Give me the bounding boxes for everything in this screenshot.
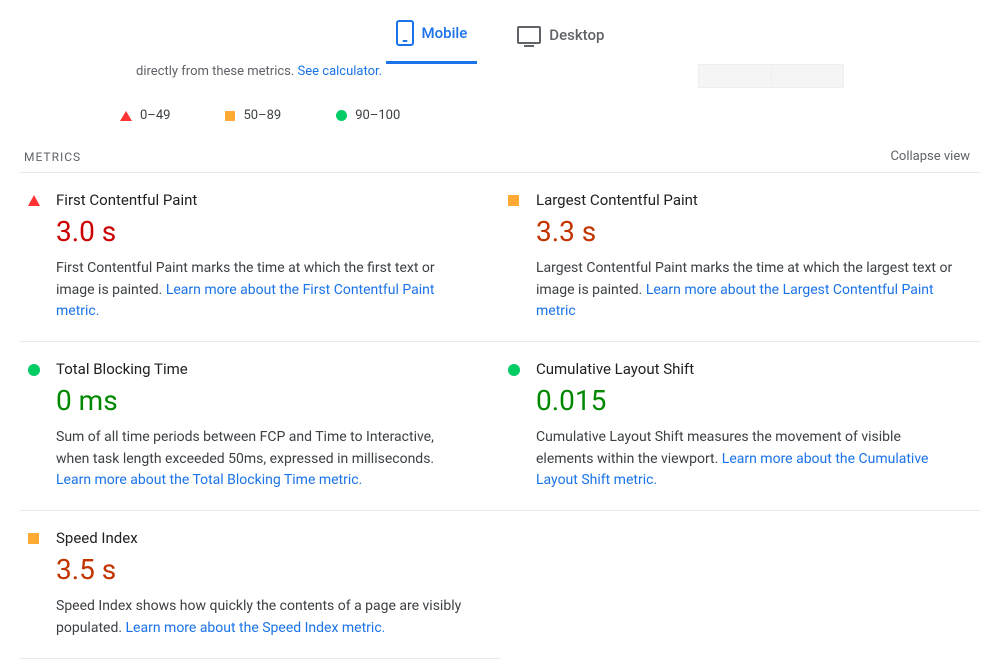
metric-value: 0 ms	[56, 384, 470, 417]
collapse-view-toggle[interactable]: Collapse view	[890, 149, 970, 164]
square-icon	[28, 533, 39, 544]
metric-value: 3.0 s	[56, 215, 470, 248]
metric-value: 0.015	[536, 384, 960, 417]
legend-orange: 50–89	[225, 108, 281, 123]
triangle-icon	[28, 195, 40, 206]
metric-status-icon	[28, 191, 42, 323]
metrics-grid: First Contentful Paint 3.0 s First Content…	[20, 172, 980, 659]
square-icon	[225, 111, 235, 121]
metric-status-icon	[28, 360, 42, 492]
tab-desktop[interactable]: Desktop	[507, 20, 614, 64]
see-calculator-link[interactable]: See calculator.	[298, 64, 383, 79]
metric-description: Sum of all time periods between FCP and …	[56, 427, 470, 492]
triangle-icon	[120, 111, 132, 121]
section-title: METRICS	[24, 150, 81, 164]
learn-more-link[interactable]: Learn more about the Speed Index metric.	[126, 620, 386, 636]
metric-description: Largest Contentful Paint marks the time …	[536, 258, 960, 323]
tab-mobile-label: Mobile	[422, 24, 468, 42]
metric-body: First Contentful Paint 3.0 s First Content…	[56, 191, 470, 323]
metric-body: Total Blocking Time 0 ms Sum of all time p…	[56, 360, 470, 492]
circle-icon	[508, 364, 520, 376]
top-info-text: directly from these metrics.	[136, 64, 298, 79]
device-tabs: Mobile Desktop	[0, 0, 1000, 64]
square-icon	[508, 195, 519, 206]
desktop-icon	[517, 26, 541, 44]
legend-green: 90–100	[336, 108, 400, 123]
tab-mobile[interactable]: Mobile	[386, 20, 478, 64]
circle-icon	[336, 110, 347, 121]
legend-orange-label: 50–89	[243, 108, 281, 123]
metric-body: Cumulative Layout Shift 0.015 Cumulative L…	[536, 360, 960, 492]
top-info-row: directly from these metrics. See calcula…	[20, 64, 980, 88]
metric-title: Speed Index	[56, 529, 470, 547]
metric-card: First Contentful Paint 3.0 s First Content…	[20, 173, 500, 342]
metric-title: Total Blocking Time	[56, 360, 470, 378]
score-legend: 0–49 50–89 90–100	[20, 88, 980, 141]
legend-green-label: 90–100	[355, 108, 400, 123]
metric-body: Largest Contentful Paint 3.3 s Largest Con…	[536, 191, 960, 323]
metric-card: Speed Index 3.5 s Speed Index shows how qu…	[20, 511, 500, 658]
metric-status-icon	[508, 191, 522, 323]
metrics-section-header: METRICS Collapse view	[20, 141, 980, 172]
metric-title: First Contentful Paint	[56, 191, 470, 209]
metric-description: First Contentful Paint marks the time at…	[56, 258, 470, 323]
metric-status-icon	[28, 529, 42, 639]
metric-description: Speed Index shows how quickly the conten…	[56, 596, 470, 639]
metric-description: Cumulative Layout Shift measures the mov…	[536, 427, 960, 492]
metric-title: Cumulative Layout Shift	[536, 360, 960, 378]
metric-description-text: Sum of all time periods between FCP and …	[56, 429, 434, 467]
metric-value: 3.3 s	[536, 215, 960, 248]
thumbnail-placeholder	[698, 64, 844, 88]
legend-red: 0–49	[120, 108, 170, 123]
metric-title: Largest Contentful Paint	[536, 191, 960, 209]
learn-more-link[interactable]: Learn more about the Total Blocking Time…	[56, 472, 362, 488]
metric-card: Total Blocking Time 0 ms Sum of all time p…	[20, 342, 500, 511]
tab-desktop-label: Desktop	[549, 26, 604, 44]
legend-red-label: 0–49	[140, 108, 170, 123]
metric-status-icon	[508, 360, 522, 492]
mobile-icon	[396, 20, 414, 46]
metric-card: Largest Contentful Paint 3.3 s Largest Con…	[500, 173, 980, 342]
metric-card: Cumulative Layout Shift 0.015 Cumulative L…	[500, 342, 980, 511]
metric-body: Speed Index 3.5 s Speed Index shows how qu…	[56, 529, 470, 639]
circle-icon	[28, 364, 40, 376]
metric-value: 3.5 s	[56, 553, 470, 586]
